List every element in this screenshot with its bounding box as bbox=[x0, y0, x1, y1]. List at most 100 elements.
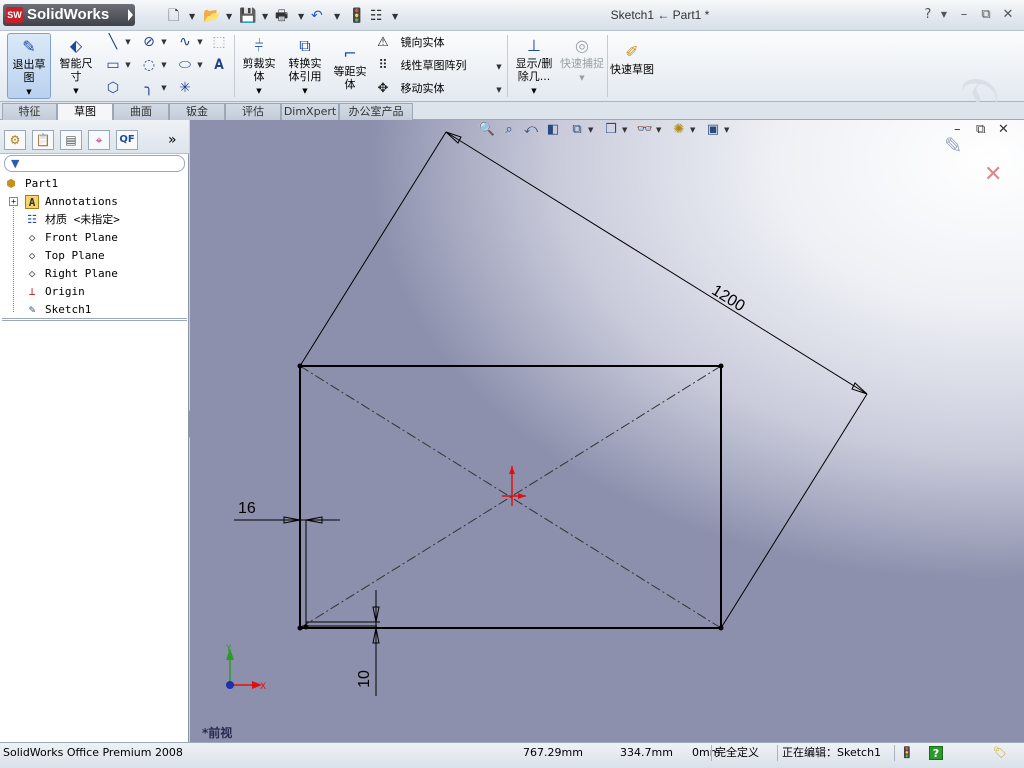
chevron-down-icon[interactable]: ▼ bbox=[334, 7, 340, 27]
ellipse-icon[interactable]: ⬭ bbox=[176, 56, 194, 74]
chevron-down-icon[interactable]: ▼ bbox=[392, 7, 398, 27]
quick-snaps-button[interactable]: ◎ 快速捕捉 ▼ bbox=[560, 33, 604, 85]
tree-item-material[interactable]: ☷ 材质 <未指定> bbox=[0, 211, 180, 229]
text-icon[interactable]: 𝐀 bbox=[210, 56, 228, 74]
rebuild-icon[interactable]: 🚦 bbox=[348, 6, 365, 26]
rebuild-status-icon[interactable]: 🚦 bbox=[900, 746, 914, 760]
display-delete-relations-button[interactable]: ⊥ 显示/删除几... ▼ bbox=[512, 33, 556, 98]
chevron-down-icon[interactable]: ▼ bbox=[160, 79, 168, 97]
spline-icon[interactable]: ∿ bbox=[176, 33, 194, 51]
tree-item-annotations[interactable]: + A Annotations bbox=[0, 193, 180, 211]
offset-entities-button[interactable]: ⌐ 等距实体 bbox=[330, 41, 370, 91]
tree-item-sketch1[interactable]: ✎ Sketch1 bbox=[0, 301, 180, 319]
linear-pattern-button[interactable]: ⠿ 线性草图阵列 bbox=[374, 56, 466, 76]
expand-icon[interactable]: + bbox=[9, 197, 18, 206]
help-dropdown-icon[interactable]: ▼ bbox=[936, 7, 952, 23]
tab-dimxpert[interactable]: DimXpert bbox=[281, 103, 339, 120]
previous-view-icon[interactable]: ⤺ bbox=[522, 120, 540, 140]
sketch-point[interactable] bbox=[297, 625, 303, 631]
tab-sketch[interactable]: 草图 bbox=[57, 103, 113, 121]
view-orientation-icon[interactable]: ⧉ bbox=[568, 120, 586, 140]
rapid-sketch-button[interactable]: ✐ 快速草图 bbox=[610, 39, 654, 76]
new-document-icon[interactable]: 🗋 bbox=[168, 6, 179, 26]
chevron-down-icon[interactable]: ▼ bbox=[690, 120, 695, 140]
open-folder-icon[interactable]: 📂 bbox=[203, 6, 220, 26]
display-style-icon[interactable]: ❒ bbox=[602, 120, 620, 140]
circle-icon[interactable]: ⊘ bbox=[140, 33, 158, 51]
grid-icon[interactable]: ⬚ bbox=[210, 33, 228, 51]
minimize-button[interactable]: – bbox=[956, 7, 972, 23]
sketch-point[interactable] bbox=[718, 363, 724, 369]
chevron-down-icon[interactable]: ▼ bbox=[588, 120, 593, 140]
property-manager-icon[interactable]: 📋 bbox=[32, 130, 54, 150]
tree-filter-field[interactable]: ▼ bbox=[4, 155, 185, 172]
chevron-down-icon[interactable]: ▼ bbox=[622, 120, 627, 140]
undo-icon[interactable]: ↶ bbox=[311, 6, 323, 26]
chevron-down-icon[interactable]: ▼ bbox=[656, 120, 661, 140]
chevron-down-icon[interactable]: ▼ bbox=[298, 7, 304, 27]
sketch-point[interactable] bbox=[303, 624, 309, 630]
appearance-icon[interactable]: ✺ bbox=[670, 120, 688, 140]
tags-icon[interactable]: 🏷 bbox=[993, 746, 1007, 760]
dimension-line-1200[interactable] bbox=[445, 131, 868, 395]
tab-evaluate[interactable]: 评估 bbox=[225, 103, 281, 120]
restore-button[interactable]: ⧉ bbox=[978, 7, 994, 23]
dimxpert-manager-icon[interactable]: ⌖ bbox=[88, 130, 110, 150]
chevron-down-icon[interactable]: ▼ bbox=[189, 7, 195, 27]
chevron-down-icon[interactable]: ▼ bbox=[124, 56, 132, 74]
hide-show-items-icon[interactable]: 👓 bbox=[636, 120, 654, 140]
close-button[interactable]: ✕ bbox=[1000, 7, 1016, 23]
chevron-down-icon[interactable]: ▼ bbox=[124, 33, 132, 51]
help-icon[interactable]: ? bbox=[929, 746, 943, 760]
chevron-down-icon[interactable]: ▼ bbox=[495, 81, 503, 99]
tree-item-top-plane[interactable]: ◇ Top Plane bbox=[0, 247, 180, 265]
dimension-text-10[interactable]: 10 bbox=[356, 670, 374, 688]
options-icon[interactable]: ☷ bbox=[370, 6, 383, 26]
panel-splitter[interactable] bbox=[2, 318, 187, 321]
polygon-icon[interactable]: ⬡ bbox=[104, 79, 122, 97]
sketch-canvas[interactable]: Y X bbox=[190, 120, 1024, 742]
qf-icon[interactable]: QF bbox=[116, 130, 138, 150]
arc-icon[interactable]: ◌ bbox=[140, 56, 158, 74]
expand-panel-icon[interactable]: » bbox=[168, 131, 177, 149]
zoom-to-fit-icon[interactable]: 🔍 bbox=[478, 120, 496, 140]
chevron-down-icon[interactable]: ▼ bbox=[262, 7, 268, 27]
print-icon[interactable]: 🖶 bbox=[275, 6, 288, 26]
tab-sheet-metal[interactable]: 钣金 bbox=[169, 103, 225, 120]
tab-surfaces[interactable]: 曲面 bbox=[113, 103, 169, 120]
line-icon[interactable]: ╲ bbox=[104, 33, 122, 51]
view-settings-icon[interactable]: ▣ bbox=[704, 120, 722, 140]
chevron-down-icon[interactable]: ▼ bbox=[196, 56, 204, 74]
save-icon[interactable]: 💾 bbox=[239, 6, 256, 26]
chevron-down-icon[interactable]: ▼ bbox=[160, 33, 168, 51]
smart-dimension-button[interactable]: ⬖ 智能尺寸 ▼ bbox=[56, 33, 96, 98]
zoom-to-area-icon[interactable]: ⌕ bbox=[500, 120, 518, 140]
cancel-sketch-icon[interactable]: ✕ bbox=[984, 162, 1002, 187]
fillet-icon[interactable]: ╮ bbox=[140, 79, 158, 97]
help-button[interactable]: ? bbox=[920, 7, 936, 23]
section-view-icon[interactable]: ◧ bbox=[544, 120, 562, 140]
tree-item-front-plane[interactable]: ◇ Front Plane bbox=[0, 229, 180, 247]
trim-entities-button[interactable]: ⫩ 剪裁实体 ▼ bbox=[238, 33, 280, 98]
configuration-manager-icon[interactable]: ▤ bbox=[60, 130, 82, 150]
chevron-down-icon[interactable]: ▼ bbox=[724, 120, 729, 140]
chevron-down-icon[interactable]: ▼ bbox=[196, 33, 204, 51]
tree-item-part1[interactable]: ⬢ Part1 bbox=[0, 175, 180, 193]
tab-office-products[interactable]: 办公室产品 bbox=[339, 103, 413, 120]
convert-entities-button[interactable]: ⧉ 转换实体引用 ▼ bbox=[284, 33, 326, 98]
rectangle-icon[interactable]: ▭ bbox=[104, 56, 122, 74]
tree-item-origin[interactable]: ⊥ Origin bbox=[0, 283, 180, 301]
chevron-down-icon[interactable]: ▼ bbox=[160, 56, 168, 74]
graphics-area[interactable]: Y X 1200 16 10 🔍 ⌕ ⤺ ◧ ⧉ ▼ ❒ ▼ 👓 ▼ ✺ ▼ ▣… bbox=[190, 120, 1024, 742]
tab-features[interactable]: 特征 bbox=[2, 103, 57, 120]
exit-sketch-corner-icon[interactable]: ✎ bbox=[944, 134, 962, 159]
chevron-down-icon[interactable]: ▼ bbox=[226, 7, 232, 27]
feature-tree-icon[interactable]: ⚙ bbox=[4, 130, 26, 150]
solidworks-menu-button[interactable]: SW SolidWorks bbox=[3, 4, 135, 26]
dimension-text-16[interactable]: 16 bbox=[238, 500, 256, 518]
mirror-entities-button[interactable]: ⚠ 镜向实体 bbox=[374, 33, 444, 53]
chevron-down-icon[interactable]: ▼ bbox=[495, 58, 503, 76]
tree-item-right-plane[interactable]: ◇ Right Plane bbox=[0, 265, 180, 283]
move-entities-button[interactable]: ✥ 移动实体 bbox=[374, 79, 445, 99]
exit-sketch-button[interactable]: ✎ 退出草图 ▼ bbox=[7, 33, 51, 99]
